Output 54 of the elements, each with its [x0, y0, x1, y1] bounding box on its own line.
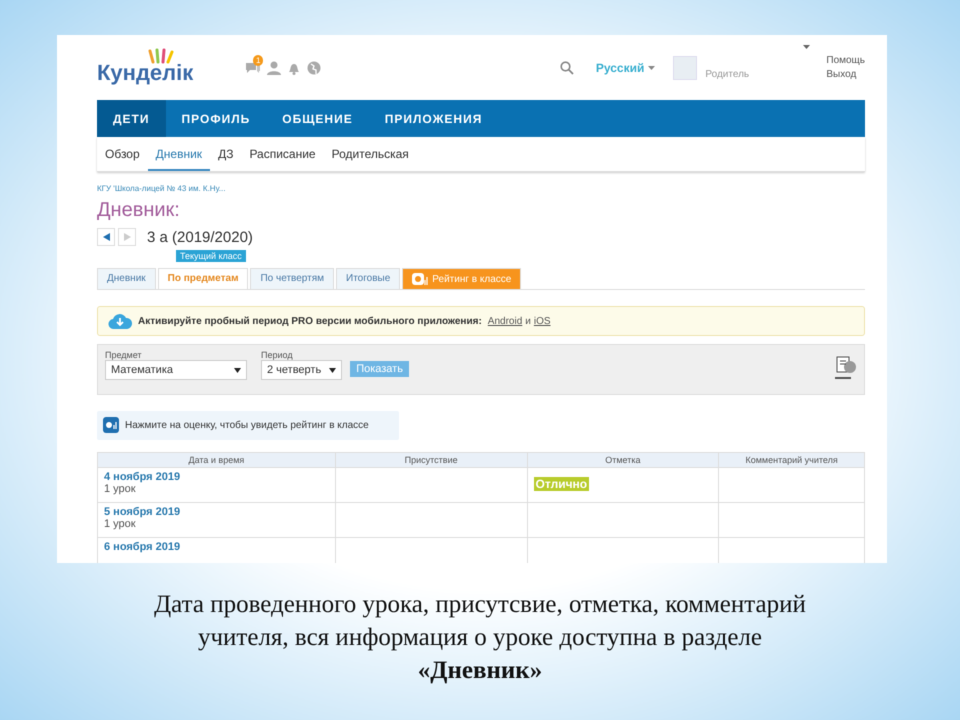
subnav-tab[interactable]: Дневник — [148, 137, 210, 171]
nav-tab[interactable]: ДЕТИ — [97, 100, 166, 137]
user-role: Родитель — [705, 68, 750, 80]
period-label: Период — [261, 350, 294, 360]
previous-button[interactable] — [97, 228, 115, 246]
lesson-date[interactable]: 4 ноября 2019 — [104, 471, 329, 483]
tab[interactable]: По предметам — [158, 268, 248, 289]
subnav-tab[interactable]: ДЗ — [210, 137, 242, 171]
dropdown-arrow-icon — [329, 368, 336, 372]
breadcrumb-link[interactable]: КГУ 'Школа-лицей № 43 им. К.Ну... — [97, 184, 865, 193]
page-title: Дневник: — [97, 199, 181, 222]
tab[interactable]: Итоговые — [336, 268, 400, 289]
subnav-tab[interactable]: Обзор — [97, 137, 148, 171]
nav-tab[interactable]: ПРОФИЛЬ — [166, 100, 266, 137]
subnav-tab[interactable]: Родительская — [324, 137, 417, 171]
slide-caption: Дата проведенного урока, присутсвие, отметка, комментарий учителя, вся информация о уроке доступна в разделе «Дневник» — [153, 590, 807, 686]
notification-count: 1 — [253, 54, 264, 66]
lesson-date[interactable]: 5 ноября 2019 — [104, 506, 329, 518]
rating-logo-icon — [103, 417, 119, 433]
caret-icon[interactable] — [803, 45, 810, 49]
hint-text: Нажмите на оценку, чтобы увидеть рейтинг в классе — [125, 420, 369, 430]
right-arrow-icon — [124, 233, 130, 241]
class-name: 3 а (2019/2020) — [147, 228, 253, 246]
column-header: Дата и время — [98, 452, 336, 468]
left-arrow-icon — [102, 233, 110, 241]
dropdown-arrow-icon — [234, 368, 241, 372]
header-link[interactable]: Выход — [826, 68, 865, 82]
conjunction-text: и — [525, 316, 531, 326]
android-link[interactable]: Android — [488, 316, 522, 326]
nav-tab[interactable]: ПРИЛОЖЕНИЯ — [368, 100, 498, 137]
person-icon[interactable] — [267, 60, 281, 74]
globe-icon[interactable] — [307, 60, 321, 74]
column-header: Отметка — [527, 452, 719, 468]
subject-dropdown[interactable]: Математика — [105, 360, 247, 380]
cloud-download-icon — [108, 312, 132, 330]
header-link[interactable]: Помощь — [826, 54, 865, 68]
search-icon[interactable] — [560, 60, 574, 74]
tab[interactable]: Дневник — [97, 268, 156, 289]
column-header: Комментарий учителя — [718, 452, 864, 468]
current-class-badge: Текущий класс — [176, 250, 246, 262]
rating-logo-icon — [412, 273, 428, 285]
subnav-tab[interactable]: Расписание — [241, 137, 324, 171]
lesson-number: 1 урок — [104, 518, 137, 530]
tab[interactable]: По четвертям — [250, 268, 334, 289]
avatar — [673, 56, 698, 80]
subject-label: Предмет — [105, 350, 143, 360]
logo[interactable]: Кунделік — [97, 50, 237, 86]
caret-icon — [648, 66, 656, 70]
lesson-number: 1 урок — [104, 483, 137, 495]
nav-tab[interactable]: ОБЩЕНИЕ — [266, 100, 369, 137]
promo-text: Активируйте пробный период PRO версии мобильного приложения: — [138, 316, 482, 326]
column-header: Присутствие — [335, 452, 528, 468]
period-dropdown[interactable]: 2 четверть — [261, 360, 342, 380]
ios-link[interactable]: iOS — [534, 316, 551, 326]
